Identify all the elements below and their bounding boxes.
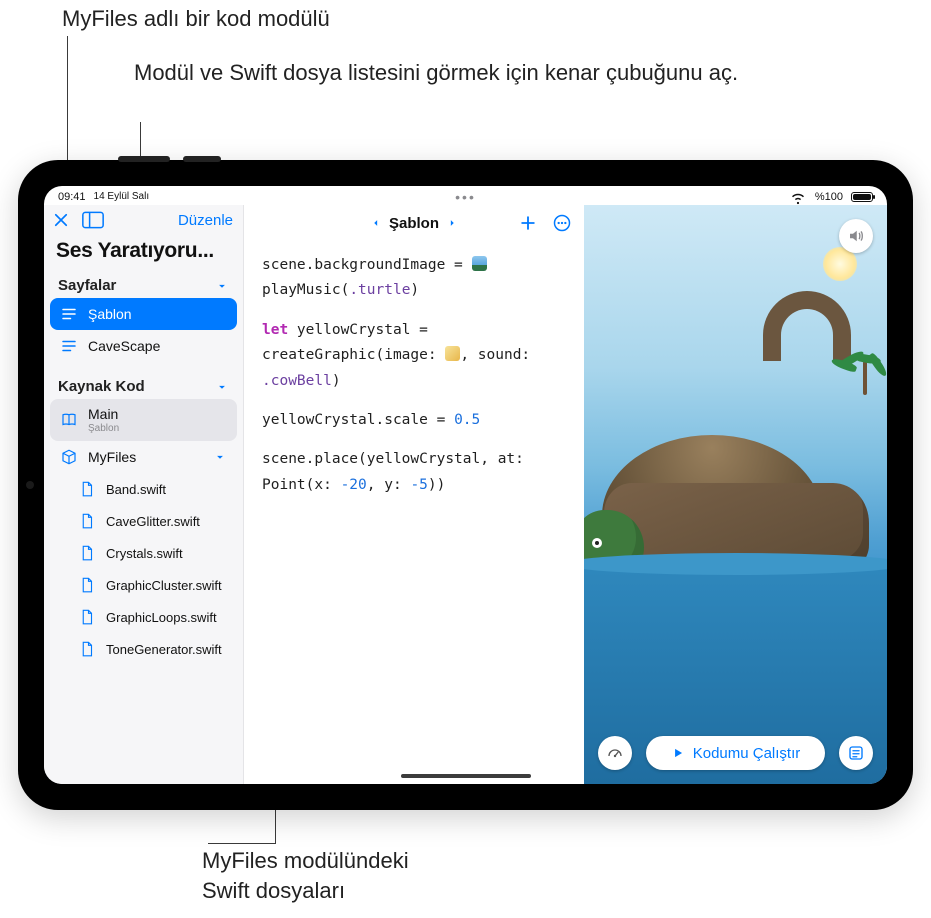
callout-line (208, 843, 276, 844)
preview-art (845, 361, 867, 395)
file-item-label: CaveGlitter.swift (106, 514, 227, 529)
code-line: let yellowCrystal = (262, 318, 566, 343)
module-item-label: MyFiles (88, 449, 203, 465)
source-header[interactable]: Kaynak Kod (50, 372, 237, 399)
file-icon (78, 576, 96, 594)
file-icon (78, 512, 96, 530)
module-item-myfiles[interactable]: MyFiles (50, 441, 237, 473)
page-item-sablon[interactable]: Şablon (50, 298, 237, 330)
device-button (183, 156, 221, 162)
page-item-label: Şablon (88, 306, 227, 322)
callout-swift-files-2: Swift dosyaları (202, 876, 345, 906)
code-line: createGraphic(image: , sound: (262, 343, 566, 368)
pages-header-label: Sayfalar (58, 277, 116, 294)
code-line: scene.backgroundImage = (262, 253, 566, 278)
live-preview: Kodumu Çalıştır (584, 205, 887, 784)
page-lines-icon (60, 305, 78, 323)
chevron-left-icon (369, 216, 383, 230)
file-item-label: GraphicCluster.swift (106, 578, 227, 593)
speed-button[interactable] (598, 736, 632, 770)
home-indicator[interactable] (401, 774, 531, 778)
file-icon (78, 480, 96, 498)
chevron-down-icon (215, 279, 229, 293)
sound-button[interactable] (839, 219, 873, 253)
editor-nav-title: Şablon (389, 215, 439, 232)
pages-header[interactable]: Sayfalar (50, 271, 237, 298)
code-line: scene.place(yellowCrystal, at: (262, 447, 566, 472)
screen: 09:41 14 Eylül Salı %100 (44, 186, 887, 784)
file-item[interactable]: GraphicLoops.swift (50, 601, 237, 633)
file-item[interactable]: Band.swift (50, 473, 237, 505)
callout-swift-files-1: MyFiles modülündeki (202, 846, 409, 876)
file-item[interactable]: GraphicCluster.swift (50, 569, 237, 601)
code-line: yellowCrystal.scale = 0.5 (262, 408, 566, 433)
device-camera (26, 481, 34, 489)
editor-toolbar: Şablon (244, 205, 584, 241)
file-item-label: GraphicLoops.swift (106, 610, 227, 625)
file-icon (78, 608, 96, 626)
device-button (118, 156, 170, 162)
add-button[interactable] (518, 213, 538, 233)
file-item[interactable]: Crystals.swift (50, 537, 237, 569)
file-item-label: Band.swift (106, 482, 227, 497)
status-battery-pct: %100 (815, 191, 843, 203)
book-icon (60, 411, 78, 429)
chevron-down-icon (213, 450, 227, 464)
results-button[interactable] (839, 736, 873, 770)
source-header-label: Kaynak Kod (58, 378, 145, 395)
preview-art (763, 291, 851, 361)
edit-button[interactable]: Düzenle (178, 212, 233, 229)
callout-module-label: MyFiles adlı bir kod modülü (62, 4, 330, 34)
code-line: playMusic(.turtle) (262, 278, 566, 303)
image-literal-icon (472, 256, 487, 271)
run-code-button[interactable]: Kodumu Çalıştır (646, 736, 825, 770)
multitask-dots-icon[interactable]: ••• (455, 189, 476, 205)
image-literal-icon (445, 346, 460, 361)
file-item-label: Crystals.swift (106, 546, 227, 561)
chevron-down-icon (215, 380, 229, 394)
file-icon (78, 640, 96, 658)
status-date: 14 Eylül Salı (94, 191, 150, 202)
sidebar-title: Ses Yaratıyoru... (44, 233, 243, 271)
file-icon (78, 544, 96, 562)
wifi-icon (789, 188, 807, 206)
chevron-right-icon (445, 216, 459, 230)
toggle-sidebar-button[interactable] (82, 211, 104, 229)
source-item-sub: Şablon (88, 423, 119, 434)
source-item-main[interactable]: Main Şablon (50, 399, 237, 441)
file-item[interactable]: CaveGlitter.swift (50, 505, 237, 537)
cube-icon (60, 448, 78, 466)
code-line: Point(x: -20, y: -5)) (262, 473, 566, 498)
page-lines-icon (60, 337, 78, 355)
page-item-label: CaveScape (88, 338, 227, 354)
editor-nav[interactable]: Şablon (369, 215, 459, 232)
close-button[interactable] (52, 211, 70, 229)
code-editor[interactable]: scene.backgroundImage = playMusic(.turtl… (244, 241, 584, 498)
callout-open-sidebar-1: Modül ve Swift dosya listesini görmek iç… (134, 58, 774, 88)
ipad-device-frame: 09:41 14 Eylül Salı %100 (18, 160, 913, 810)
file-item-label: ToneGenerator.swift (106, 642, 227, 657)
source-item-label: Main (88, 406, 119, 422)
status-time: 09:41 (58, 191, 86, 203)
run-code-label: Kodumu Çalıştır (693, 745, 801, 762)
page-item-cavescape[interactable]: CaveScape (50, 330, 237, 362)
sidebar: Düzenle Ses Yaratıyoru... Sayfalar Şa (44, 205, 244, 784)
battery-icon (851, 192, 873, 202)
code-line: .cowBell) (262, 369, 566, 394)
file-item[interactable]: ToneGenerator.swift (50, 633, 237, 665)
editor-pane: ••• Şablon (244, 205, 584, 784)
more-button[interactable] (552, 213, 572, 233)
